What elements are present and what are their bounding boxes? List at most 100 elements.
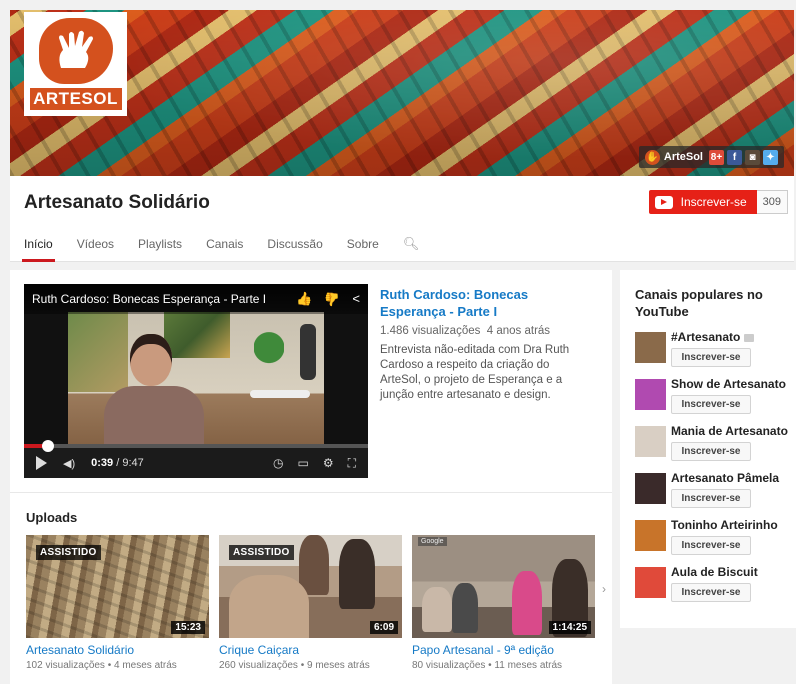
upload-item[interactable]: ASSISTIDO 15:23 Artesanato Solidário 102 vi…: [26, 535, 209, 671]
channel-avatar[interactable]: [635, 473, 666, 504]
video-duration: 1:14:25: [548, 621, 591, 634]
popular-channels-panel: Canais populares no YouTube #Artesanato I…: [620, 270, 796, 628]
channel-name: Aula de Biscuit: [671, 565, 758, 579]
captions-icon[interactable]: ▭: [297, 456, 308, 471]
channel-avatar[interactable]: [635, 332, 666, 363]
upload-title-link[interactable]: Crique Caiçara: [219, 643, 402, 657]
shelf-next-icon[interactable]: ›: [602, 582, 606, 596]
video-duration: 6:09: [369, 621, 398, 634]
upload-title-link[interactable]: Artesanato Solidário: [26, 643, 209, 657]
banner-link-label: ArteSol: [663, 151, 703, 163]
google-plus-icon[interactable]: 8+: [709, 149, 724, 165]
subscribe-button[interactable]: Inscrever-se: [648, 190, 757, 214]
progress-knob[interactable]: [42, 440, 54, 452]
section-divider: [10, 492, 612, 493]
channel-subscribe-button[interactable]: Inscrever-se: [671, 489, 751, 508]
uploads-shelf: ASSISTIDO 15:23 Artesanato Solidário 102 vi…: [26, 535, 595, 671]
channel-subscribe-button[interactable]: Inscrever-se: [671, 395, 751, 414]
channel-name-link[interactable]: Artesanato Pâmela: [671, 471, 795, 485]
tab-1[interactable]: Vídeos: [77, 236, 138, 262]
google-watermark: Google: [418, 537, 447, 546]
channel-subscribe-button[interactable]: Inscrever-se: [671, 536, 751, 555]
uploads-heading[interactable]: Uploads: [26, 510, 77, 525]
upload-meta: 102 visualizações • 4 meses atrás: [26, 660, 177, 671]
popular-channel-item: Aula de Biscuit Inscrever-se: [635, 561, 793, 608]
upload-meta: 80 visualizações • 11 meses atrás: [412, 660, 563, 671]
twitter-icon[interactable]: ✦: [763, 149, 778, 165]
video-player[interactable]: Ruth Cardoso: Bonecas Esperança - Parte …: [24, 284, 368, 478]
banner-link-artesol[interactable]: ✋ ArteSol: [644, 149, 703, 165]
progress-bar[interactable]: [24, 440, 368, 452]
channel-name-link[interactable]: Toninho Arteirinho: [671, 518, 795, 532]
tab-2[interactable]: Playlists: [138, 236, 206, 262]
search-icon[interactable]: 🔍︎: [403, 236, 444, 262]
popular-channel-item: Artesanato Pâmela Inscrever-se: [635, 467, 793, 514]
channel-name-link[interactable]: Show de Artesanato: [671, 377, 795, 391]
facebook-icon[interactable]: f: [727, 149, 742, 165]
video-frame: [68, 312, 324, 460]
channel-title: Artesanato Solidário: [24, 192, 210, 213]
channel-subscribe-button[interactable]: Inscrever-se: [671, 442, 751, 461]
featured-info: Ruth Cardoso: Bonecas Esperança - Parte …: [380, 286, 590, 403]
featured-description: Entrevista não-editada com Dra Ruth Card…: [380, 344, 570, 401]
channel-subscribe-button[interactable]: Inscrever-se: [671, 583, 751, 602]
tab-5[interactable]: Sobre: [347, 236, 403, 262]
banner-links: ✋ ArteSol 8+ f ◙ ✦: [638, 146, 784, 168]
total-time: / 9:47: [116, 457, 144, 469]
popular-channels-title: Canais populares no YouTube: [635, 287, 763, 319]
watch-later-icon[interactable]: ◷: [273, 456, 283, 471]
tab-4[interactable]: Discussão: [267, 236, 346, 262]
player-title[interactable]: Ruth Cardoso: Bonecas Esperança - Parte …: [32, 292, 296, 306]
upload-title-link[interactable]: Papo Artesanal - 9ª edição: [412, 643, 595, 657]
upload-item[interactable]: ASSISTIDO 6:09 Crique Caiçara 260 visualiza…: [219, 535, 402, 671]
upload-thumbnail[interactable]: ASSISTIDO 6:09: [219, 535, 402, 638]
channel-name-link[interactable]: Mania de Artesanato: [671, 424, 795, 438]
logo-text: ARTESOL: [29, 88, 122, 110]
share-icon[interactable]: <: [352, 291, 360, 307]
like-icon[interactable]: 👍: [296, 291, 312, 307]
channel-name: Artesanato Pâmela: [671, 471, 780, 485]
popular-channels-list: #Artesanato Inscrever-se Show de Artesanat…: [635, 326, 793, 608]
youtube-play-icon: [654, 195, 673, 209]
upload-thumbnail[interactable]: ASSISTIDO 15:23: [26, 535, 209, 638]
settings-gear-icon[interactable]: ⚙: [323, 456, 334, 471]
subscriber-count: 309: [756, 190, 788, 214]
channel-tabs: Início Vídeos Playlists Canais Discussão Sobr…: [22, 236, 444, 262]
verified-icon: [744, 333, 755, 342]
dislike-icon[interactable]: 👍: [324, 291, 340, 307]
current-time: 0:39: [91, 457, 114, 469]
hand-logo-icon: [38, 18, 113, 84]
featured-age: 4 anos atrás: [486, 325, 551, 337]
popular-channel-item: #Artesanato Inscrever-se: [635, 326, 793, 373]
player-top-bar: Ruth Cardoso: Bonecas Esperança - Parte …: [24, 284, 368, 314]
channel-avatar[interactable]: [635, 520, 666, 551]
play-icon[interactable]: [36, 456, 47, 470]
channel-subscribe-button[interactable]: Inscrever-se: [671, 348, 751, 367]
watched-badge: ASSISTIDO: [36, 545, 101, 560]
channel-avatar[interactable]: [635, 426, 666, 457]
upload-thumbnail[interactable]: Google 1:14:25: [412, 535, 595, 638]
popular-channel-item: Mania de Artesanato Inscrever-se: [635, 420, 793, 467]
featured-title-link[interactable]: Ruth Cardoso: Bonecas Esperança - Parte …: [380, 286, 590, 320]
volume-icon[interactable]: ◀): [63, 457, 75, 470]
tab-3[interactable]: Canais: [206, 236, 267, 262]
video-duration: 15:23: [171, 621, 205, 634]
popular-channel-item: Toninho Arteirinho Inscrever-se: [635, 514, 793, 561]
subscribe-group: Inscrever-se 309: [648, 190, 788, 214]
channel-avatar[interactable]: [635, 379, 666, 410]
fullscreen-icon[interactable]: ⛶: [348, 456, 356, 471]
channel-name: Toninho Arteirinho: [671, 518, 778, 532]
channel-name-link[interactable]: Aula de Biscuit: [671, 565, 795, 579]
player-controls: ◀) 0:39 / 9:47 ◷ ▭ ⚙ ⛶: [24, 440, 368, 478]
popular-channel-item: Show de Artesanato Inscrever-se: [635, 373, 793, 420]
social-icons: 8+ f ◙ ✦: [709, 149, 778, 165]
instagram-icon[interactable]: ◙: [745, 149, 760, 165]
channel-name: Show de Artesanato: [671, 377, 786, 391]
upload-item[interactable]: Google 1:14:25 Papo Artesanal - 9ª edição 8…: [412, 535, 595, 671]
tab-0[interactable]: Início: [22, 236, 77, 262]
channel-header: Artesanato Solidário Inscrever-se 309 In…: [10, 176, 794, 262]
channel-avatar[interactable]: [635, 567, 666, 598]
artesol-logo[interactable]: ARTESOL: [24, 12, 127, 116]
channel-name-link[interactable]: #Artesanato: [671, 330, 795, 344]
channel-name: Mania de Artesanato: [671, 424, 788, 438]
